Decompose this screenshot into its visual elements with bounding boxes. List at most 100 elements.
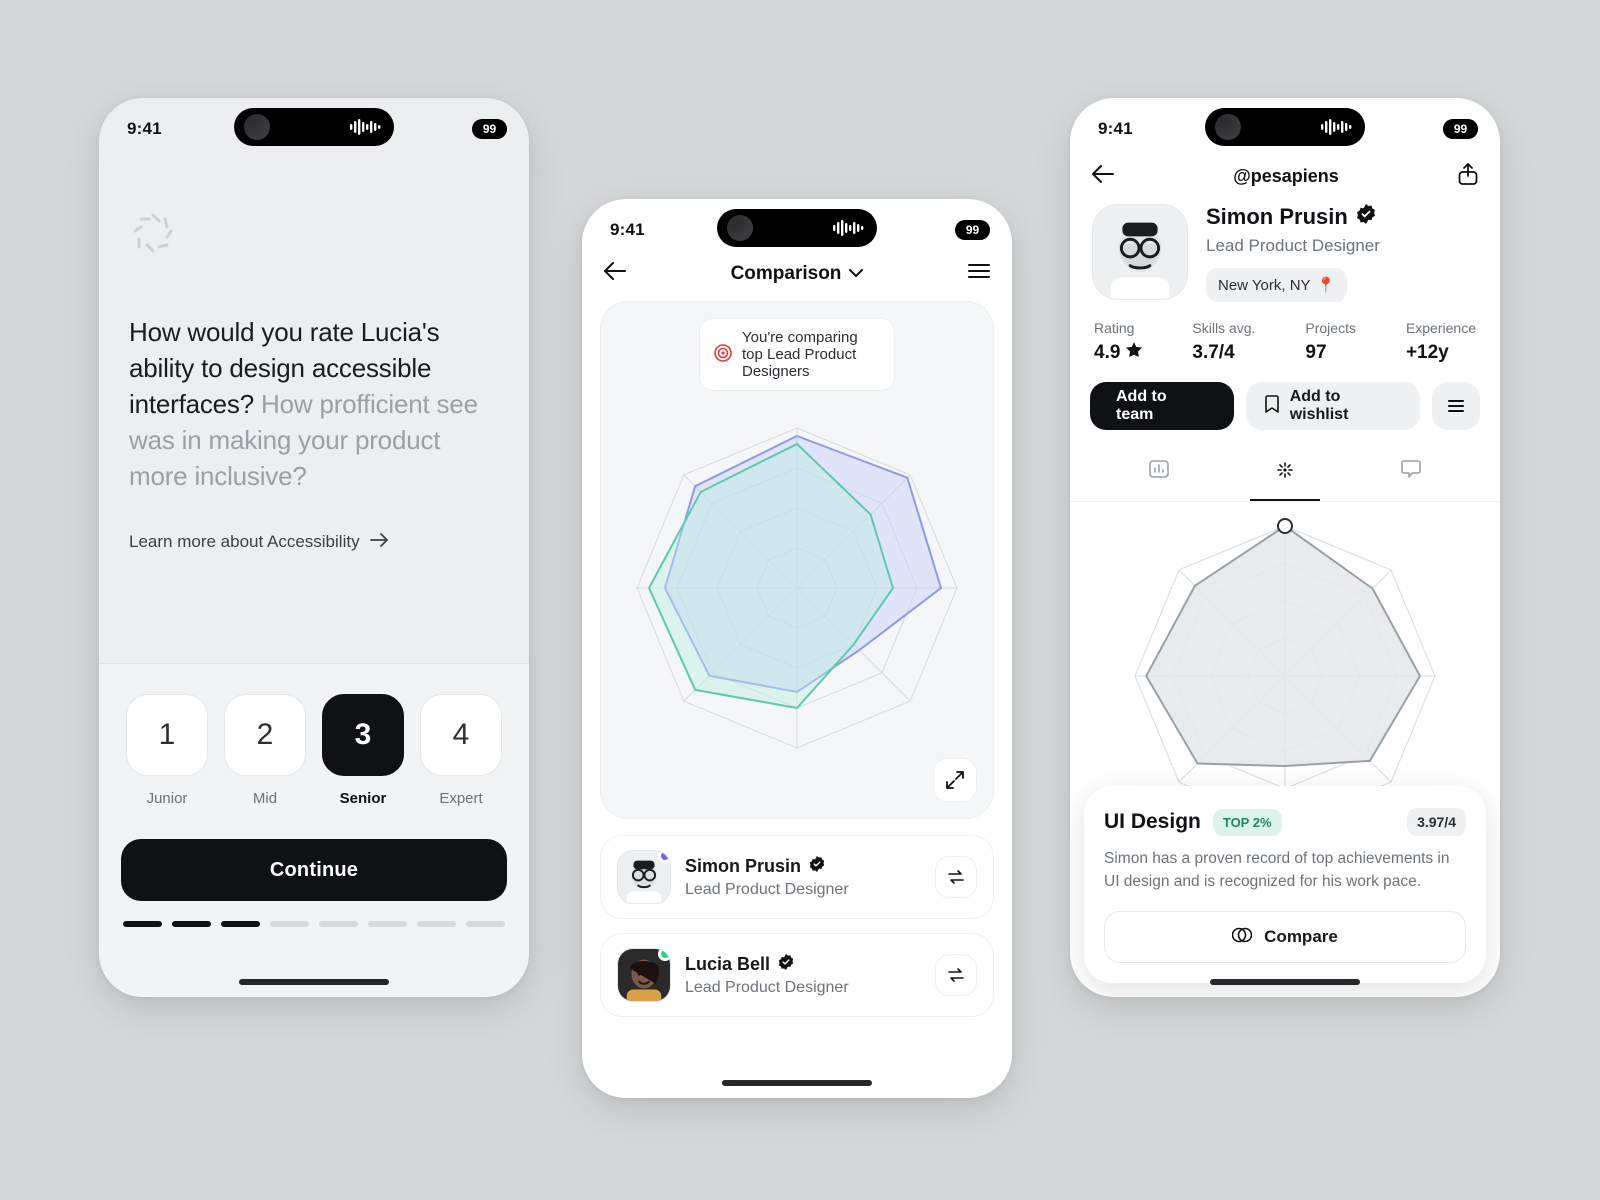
phone-profile: 9:41 99 @pesapiens bbox=[1070, 98, 1500, 997]
stat-key: Projects bbox=[1305, 320, 1356, 336]
survey-question: How would you rate Lucia's ability to de… bbox=[129, 315, 499, 494]
stat-key: Rating bbox=[1094, 320, 1142, 336]
profile-stats: Rating 4.9 Skills avg. 3.7/4 Projects 97 Exper… bbox=[1070, 302, 1500, 364]
people-list: Simon Prusin Lead Product Designer Lucia… bbox=[582, 819, 1012, 1017]
dynamic-island bbox=[1205, 108, 1365, 146]
rating-number: 2 bbox=[224, 694, 306, 776]
back-button[interactable] bbox=[604, 262, 626, 285]
rating-option-3[interactable]: 3 Senior bbox=[321, 694, 405, 807]
island-avatar-icon bbox=[727, 215, 753, 241]
progress-segment bbox=[270, 921, 309, 927]
person-card[interactable]: Lucia Bell Lead Product Designer bbox=[600, 933, 994, 1017]
battery-level: 99 bbox=[1443, 119, 1478, 139]
more-button[interactable] bbox=[1432, 382, 1480, 430]
waveform-icon bbox=[350, 118, 384, 136]
rating-number: 1 bbox=[126, 694, 208, 776]
status-time: 9:41 bbox=[1098, 119, 1133, 139]
skill-description: Simon has a proven record of top achieve… bbox=[1104, 848, 1466, 893]
tab-reviews[interactable] bbox=[1377, 450, 1445, 501]
rating-sheet: 1 Junior2 Mid3 Senior4 Expert Continue bbox=[99, 663, 529, 997]
status-battery: 99 bbox=[1443, 119, 1478, 139]
compare-button[interactable]: Compare bbox=[1104, 911, 1466, 963]
stat-key: Skills avg. bbox=[1192, 320, 1255, 336]
menu-button[interactable] bbox=[968, 263, 990, 284]
rating-option-1[interactable]: 1 Junior bbox=[125, 694, 209, 807]
expand-button[interactable] bbox=[933, 758, 977, 802]
verified-badge-icon bbox=[1356, 204, 1376, 230]
radar-panel: You're comparing top Lead Product Design… bbox=[600, 301, 994, 819]
skill-header: UI Design TOP 2% 3.97/4 bbox=[1104, 808, 1466, 836]
rating-label: Junior bbox=[147, 790, 188, 807]
add-to-wishlist-button[interactable]: Add to wishlist bbox=[1246, 382, 1421, 430]
stat-value: 3.7/4 bbox=[1192, 342, 1255, 364]
person-role: Lead Product Designer bbox=[685, 979, 921, 997]
star-icon bbox=[1126, 342, 1142, 364]
status-bar: 9:41 99 bbox=[582, 199, 1012, 252]
battery-level: 99 bbox=[472, 119, 507, 139]
verified-badge-icon bbox=[778, 954, 794, 975]
arrow-right-icon bbox=[370, 532, 388, 552]
nav-bar: @pesapiens bbox=[1070, 151, 1500, 194]
rating-options: 1 Junior2 Mid3 Senior4 Expert bbox=[121, 694, 507, 807]
tab-stats[interactable] bbox=[1125, 450, 1193, 501]
progress-segment bbox=[466, 921, 505, 927]
status-dot-icon bbox=[658, 948, 671, 961]
swap-button[interactable] bbox=[935, 856, 977, 898]
progress-segment bbox=[417, 921, 456, 927]
learn-more-label: Learn more about Accessibility bbox=[129, 532, 360, 552]
rating-number: 4 bbox=[420, 694, 502, 776]
stat-rating: Rating 4.9 bbox=[1094, 320, 1142, 364]
verified-badge-icon bbox=[809, 856, 825, 877]
nav-bar: Comparison bbox=[582, 252, 1012, 291]
stat-value: 97 bbox=[1305, 342, 1356, 364]
person-name: Simon Prusin bbox=[685, 856, 801, 877]
learn-more-link[interactable]: Learn more about Accessibility bbox=[129, 532, 388, 552]
person-role: Lead Product Designer bbox=[685, 881, 921, 899]
rating-label: Senior bbox=[340, 790, 387, 807]
waveform-icon bbox=[1321, 118, 1355, 136]
stat-value: 4.9 bbox=[1094, 342, 1142, 364]
person-name-row: Lucia Bell bbox=[685, 954, 921, 975]
page-title-label: Comparison bbox=[731, 263, 842, 285]
continue-label: Continue bbox=[270, 859, 358, 882]
skill-card: UI Design TOP 2% 3.97/4 Simon has a prov… bbox=[1084, 786, 1486, 983]
battery-level: 99 bbox=[955, 220, 990, 240]
stat-experience: Experience+12y bbox=[1406, 320, 1476, 364]
continue-button[interactable]: Continue bbox=[121, 839, 507, 901]
location-text: New York, NY bbox=[1218, 277, 1311, 294]
profile-radar bbox=[1088, 506, 1482, 746]
progress-segment bbox=[221, 921, 260, 927]
progress-segment bbox=[319, 921, 358, 927]
profile-name: Simon Prusin bbox=[1206, 204, 1348, 230]
home-indicator bbox=[239, 979, 389, 985]
tab-skills[interactable] bbox=[1250, 450, 1320, 501]
progress-segment bbox=[368, 921, 407, 927]
profile-tabs bbox=[1070, 450, 1500, 502]
stat-projects: Projects 97 bbox=[1305, 320, 1356, 364]
page-title[interactable]: Comparison bbox=[731, 263, 864, 285]
bar-chart-icon bbox=[1149, 465, 1169, 482]
radar-chart bbox=[601, 302, 993, 818]
add-to-team-button[interactable]: Add to team bbox=[1090, 382, 1234, 430]
home-indicator bbox=[722, 1080, 872, 1086]
status-dot-icon bbox=[658, 850, 671, 863]
rating-option-4[interactable]: 4 Expert bbox=[419, 694, 503, 807]
back-button[interactable] bbox=[1092, 165, 1114, 188]
profile-header: Simon Prusin Lead Product Designer New Y… bbox=[1070, 194, 1500, 302]
island-avatar-icon bbox=[244, 114, 270, 140]
progress-segment bbox=[172, 921, 211, 927]
skill-title: UI Design bbox=[1104, 810, 1201, 834]
location-chip[interactable]: New York, NY 📍 bbox=[1206, 268, 1347, 302]
person-card[interactable]: Simon Prusin Lead Product Designer bbox=[600, 835, 994, 919]
rating-option-2[interactable]: 2 Mid bbox=[223, 694, 307, 807]
status-bar: 9:41 99 bbox=[1070, 98, 1500, 151]
compare-icon bbox=[1232, 926, 1252, 949]
status-battery: 99 bbox=[955, 220, 990, 240]
person-name-row: Simon Prusin bbox=[685, 856, 921, 877]
pin-icon: 📍 bbox=[1317, 276, 1336, 294]
share-button[interactable] bbox=[1458, 163, 1478, 190]
rating-label: Mid bbox=[253, 790, 277, 807]
island-avatar-icon bbox=[1215, 114, 1241, 140]
skill-score: 3.97/4 bbox=[1407, 808, 1466, 836]
swap-button[interactable] bbox=[935, 954, 977, 996]
